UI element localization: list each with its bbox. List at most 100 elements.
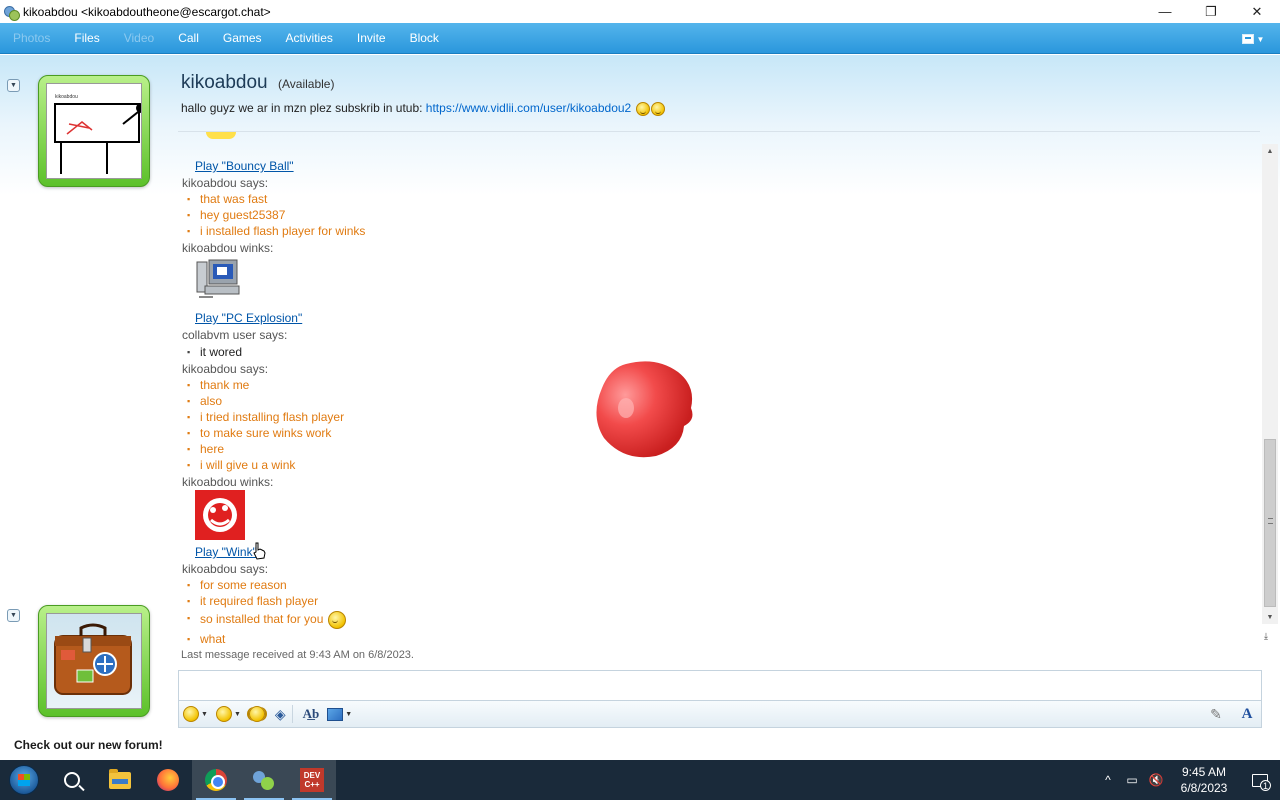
pc-explosion-wink-thumbnail[interactable]	[195, 256, 245, 304]
action-menu-bar: Photos Files Video Call Games Activities…	[0, 23, 1280, 54]
background-icon	[327, 707, 344, 721]
restore-button[interactable]: ❐	[1188, 0, 1234, 23]
chevron-down-icon: ▼	[345, 710, 353, 718]
taskbar-dev-cpp[interactable]: DEV C++	[288, 760, 336, 800]
last-message-received: Last message received at 9:43 AM on 6/8/…	[181, 649, 414, 661]
message-input[interactable]	[178, 670, 1262, 700]
wink-button[interactable]: ▼	[215, 704, 245, 724]
taskbar: DEV C++ ^ ▭ 🔇 9:45 AM 6/8/2023 1	[0, 760, 1280, 800]
contact-avatar: kikoabdou	[38, 75, 150, 187]
wink-thumbnail[interactable]	[195, 490, 245, 540]
play-wink-link[interactable]: Play "Wink"	[182, 545, 257, 559]
network-icon[interactable]: ▭	[1120, 760, 1144, 800]
dev-cpp-label: DEV	[303, 771, 321, 780]
handwriting-button[interactable]: ✎	[1205, 703, 1227, 725]
menu-video[interactable]: Video	[111, 23, 165, 54]
play-wink-link[interactable]: Play "Bouncy Ball"	[182, 159, 294, 173]
message-item: i will give u a wink	[182, 458, 295, 472]
contact-avatar-image: kikoabdou	[46, 83, 142, 179]
play-wink-link[interactable]: Play "PC Explosion"	[182, 311, 302, 325]
messenger-icon	[3, 4, 20, 21]
message-item: for some reason	[182, 578, 287, 592]
title-bar: kikoabdou <kikoabdoutheone@escargot.chat…	[0, 0, 1280, 23]
forum-ad-text[interactable]: Check out our new forum!	[14, 738, 163, 752]
taskbar-messenger[interactable]	[240, 760, 288, 800]
message-item: also	[182, 394, 222, 408]
nudge-icon	[248, 706, 265, 722]
svg-text:kikoabdou: kikoabdou	[55, 94, 78, 100]
conversation-scrollbar[interactable]: ▲ ▼	[1262, 144, 1278, 624]
scroll-down-arrow-icon[interactable]: ▼	[1262, 610, 1278, 624]
menu-activities[interactable]: Activities	[273, 23, 344, 54]
taskbar-chrome[interactable]	[192, 760, 240, 800]
sender-line: kikoabdou says:	[182, 562, 269, 576]
bouncy-ball-wink-thumbnail	[206, 132, 236, 139]
sender-line: kikoabdou says:	[182, 176, 269, 190]
dev-cpp-label: C++	[304, 780, 320, 789]
clock-time: 9:45 AM	[1181, 765, 1227, 779]
message-item: it required flash player	[182, 594, 318, 608]
menu-photos[interactable]: Photos	[0, 23, 61, 54]
firefox-icon	[157, 769, 179, 791]
message-item: so installed that for you	[182, 611, 346, 629]
menu-block[interactable]: Block	[397, 23, 450, 54]
spell-check-icon: A͟b	[302, 706, 320, 721]
chrome-icon	[205, 769, 227, 791]
message-item: it wored	[182, 345, 242, 359]
options-icon	[1241, 34, 1254, 44]
taskbar-file-explorer[interactable]	[96, 760, 144, 800]
show-hidden-icons-chevron-up-icon[interactable]: ^	[1096, 760, 1120, 800]
my-avatar[interactable]	[38, 605, 150, 717]
chevron-down-icon: ▼	[1256, 34, 1265, 44]
minimize-button[interactable]: —	[1142, 0, 1188, 23]
chevron-down-icon: ▼	[233, 710, 241, 718]
start-button[interactable]	[0, 760, 48, 800]
menu-call[interactable]: Call	[165, 23, 210, 54]
message-item: i tried installing flash player	[182, 410, 344, 424]
collapse-my-avatar-button[interactable]: ▼	[7, 609, 20, 622]
action-center-button[interactable]: 1	[1240, 760, 1280, 800]
emoticon-button[interactable]: ▼	[183, 704, 212, 724]
close-button[interactable]: ✕	[1234, 0, 1280, 23]
voice-clip-button[interactable]: ◈	[275, 704, 286, 724]
windows-logo-icon	[9, 765, 39, 795]
sender-line: kikoabdou says:	[182, 362, 269, 376]
message-item: hey guest25387	[182, 208, 285, 222]
scrollbar-thumb[interactable]	[1264, 439, 1276, 607]
font-button[interactable]: A	[1236, 703, 1258, 725]
conversation-window: ▼ kikoabdou kikoabdou (Available) hallo …	[0, 55, 1280, 760]
grip-icon	[1268, 518, 1273, 524]
options-menu-button[interactable]: ▼	[1238, 30, 1268, 48]
message-item: thank me	[182, 378, 249, 392]
message-item: to make sure winks work	[182, 426, 331, 440]
menu-files[interactable]: Files	[61, 23, 110, 54]
taskbar-firefox[interactable]	[144, 760, 192, 800]
wink-emoticon-icon	[650, 101, 665, 116]
menu-invite[interactable]: Invite	[344, 23, 397, 54]
volume-muted-icon[interactable]: 🔇	[1144, 760, 1168, 800]
background-button[interactable]: ▼	[327, 704, 356, 724]
nudge-button[interactable]	[248, 704, 265, 724]
clock[interactable]: 9:45 AM 6/8/2023	[1168, 764, 1240, 796]
scroll-up-arrow-icon[interactable]: ▲	[1262, 144, 1278, 158]
smile-emoticon-icon	[327, 611, 346, 629]
formatting-toolbar: ▼ ▼ ◈ A͟b ▼ ✎ A	[178, 700, 1262, 728]
personal-message-link[interactable]: https://www.vidlii.com/user/kikoabdou2	[426, 101, 631, 115]
hand-cursor-icon	[253, 542, 266, 560]
search-button[interactable]	[48, 760, 96, 800]
message-item: i installed flash player for winks	[182, 224, 365, 238]
scroll-to-end-icon[interactable]: ⤓	[1264, 631, 1268, 642]
chevron-down-icon: ▼	[201, 710, 208, 718]
sender-line: kikoabdou winks:	[182, 241, 274, 255]
search-icon	[64, 772, 80, 788]
spell-check-button[interactable]: A͟b	[303, 704, 320, 724]
contact-name: kikoabdou	[181, 72, 268, 93]
menu-games[interactable]: Games	[210, 23, 273, 54]
collapse-contact-avatar-button[interactable]: ▼	[7, 79, 20, 92]
voice-clip-icon: ◈	[274, 705, 286, 722]
message-text: so installed that for you	[200, 612, 324, 627]
clock-date: 6/8/2023	[1180, 781, 1228, 795]
message-item: what	[182, 632, 225, 646]
wink-animation-balloon	[596, 361, 693, 458]
dev-cpp-icon: DEV C++	[300, 768, 324, 792]
